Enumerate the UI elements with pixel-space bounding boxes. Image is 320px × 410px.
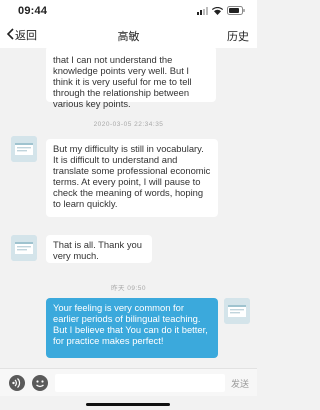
home-indicator: [86, 403, 170, 406]
voice-icon: [12, 378, 21, 388]
avatar-icon: [224, 298, 250, 324]
avatar[interactable]: [224, 298, 250, 324]
chat-history[interactable]: that I can not understand the knowledge …: [0, 48, 257, 366]
voice-button[interactable]: [9, 375, 25, 391]
avatar[interactable]: [11, 136, 37, 162]
message-bubble-other[interactable]: that I can not understand the knowledge …: [46, 48, 216, 109]
message-bubble-self[interactable]: Your feeling is very common for earlier …: [46, 298, 218, 358]
send-button[interactable]: 发送: [231, 377, 249, 390]
message-bubble-other[interactable]: But my difficulty is still in vocabulary…: [46, 139, 218, 217]
message-bubble-other[interactable]: That is all. Thank you very much.: [46, 235, 152, 263]
avatar-icon: [11, 136, 37, 162]
message-text: that I can not understand the knowledge …: [53, 54, 192, 109]
nav-bar: 返回 高敏 历史: [0, 22, 257, 48]
emoji-button[interactable]: [32, 375, 48, 391]
page-title: 高敏: [117, 31, 140, 43]
status-time: 09:44: [18, 5, 48, 17]
message-input[interactable]: [55, 374, 225, 392]
status-icons: [197, 6, 245, 15]
avatar-icon: [11, 235, 37, 261]
battery-icon: [227, 6, 245, 15]
message-text: Your feeling is very common for earlier …: [53, 302, 208, 346]
emoji-icon: [36, 380, 44, 388]
signal-icon: [197, 6, 208, 15]
avatar[interactable]: [11, 235, 37, 261]
message-text: That is all. Thank you very much.: [53, 239, 142, 261]
wifi-icon: [212, 6, 223, 15]
history-button[interactable]: 历史: [227, 28, 249, 44]
message-timestamp: 2020-03-05 22:34:35: [93, 121, 164, 128]
message-timestamp: 昨天 09:50: [110, 285, 147, 292]
message-text: But my difficulty is still in vocabulary…: [53, 143, 211, 209]
status-bar: 09:44: [0, 0, 257, 22]
input-bar: 发送: [0, 368, 257, 396]
